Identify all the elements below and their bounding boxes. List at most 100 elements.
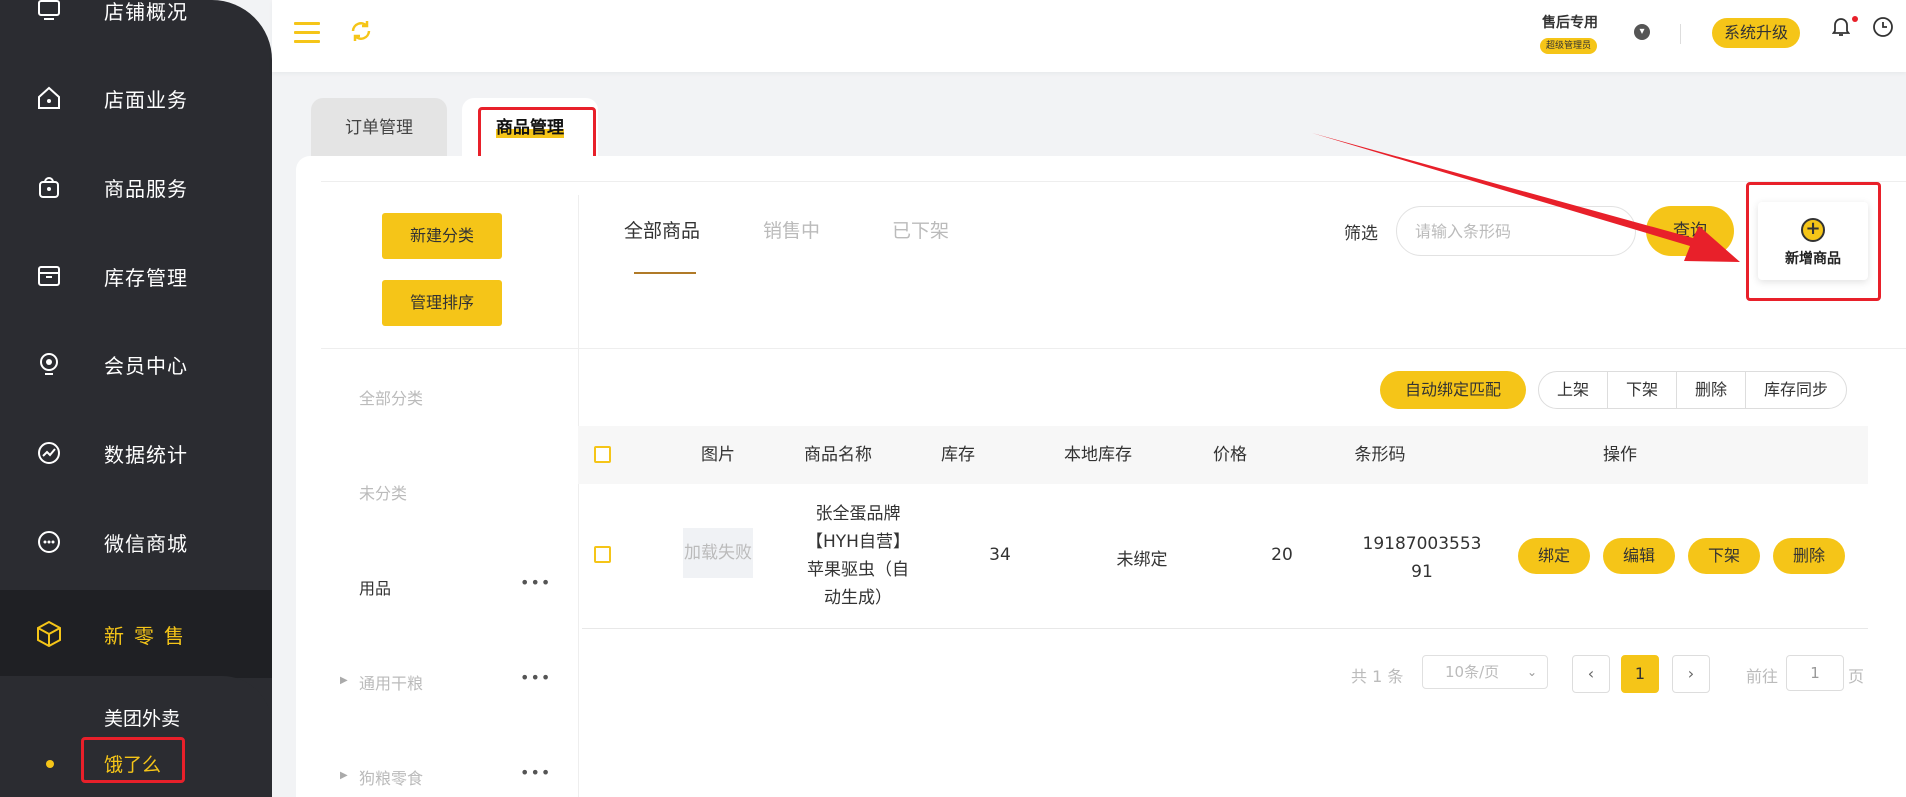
stock-sync-button[interactable]: 库存同步 [1745,372,1846,408]
sidebar-item-goods-service[interactable]: 商品服务 [0,147,272,227]
more-icon[interactable]: ••• [520,763,551,782]
barcode-search-input[interactable] [1396,206,1636,256]
sidebar-item-inventory[interactable]: 库存管理 [0,236,272,316]
more-icon[interactable]: ••• [520,573,551,592]
add-goods-label: 新增商品 [1785,251,1841,267]
user-role-badge: 超级管理员 [1540,38,1598,54]
sidebar-item-wechat-mall[interactable]: 微信商城 [0,502,272,582]
delete-button[interactable]: 删除 [1676,372,1745,408]
product-name[interactable]: 张全蛋品牌 【HYH自营】 苹果驱虫（自 动生成） [778,500,938,612]
column-header: 操作 [1603,445,1637,465]
caret-right-icon[interactable]: ▶ [340,675,348,686]
column-header: 价格 [1213,445,1247,465]
plus-circle-icon: + [1801,218,1825,242]
unshelve-row-button[interactable]: 下架 [1688,538,1760,574]
category-uncategorized[interactable]: 未分类 [359,480,407,504]
column-header: 商品名称 [804,445,872,465]
page-size-value: 10条/页 [1445,663,1500,681]
sidebar-item-label: 新零售 [104,623,194,648]
submenu-item-eleme[interactable]: 饿了么 [104,750,161,777]
tab-goods-management[interactable]: 商品管理 [462,98,598,158]
header-divider [1680,24,1681,44]
filter-label: 筛选 [1344,224,1378,244]
category-dog-snacks[interactable]: 狗粮零食 [359,765,423,789]
query-button[interactable]: 查询 [1646,206,1734,256]
clock-icon[interactable] [1872,16,1894,43]
wechat-icon [34,527,64,557]
product-name-line: 【HYH自营】 [806,532,910,552]
system-upgrade-button[interactable]: 系统升级 [1712,18,1800,48]
sidebar-item-label: 店铺概况 [104,0,188,24]
manage-sort-button[interactable]: 管理排序 [382,280,502,326]
submenu-panel: 美团外卖 饿了么 [0,676,272,797]
prev-page-button[interactable]: ‹ [1572,655,1610,693]
sidebar-item-label: 数据统计 [104,442,188,467]
cube-icon [34,619,64,649]
tab-order-management[interactable]: 订单管理 [311,98,447,158]
edit-button[interactable]: 编辑 [1603,538,1675,574]
page-size-select[interactable]: 10条/页 ⌄ [1422,655,1548,689]
menu-icon[interactable] [294,22,320,44]
delete-row-button[interactable]: 删除 [1773,538,1845,574]
sidebar-item-member[interactable]: 会员中心 [0,324,272,404]
chart-icon [34,438,64,468]
chevron-down-icon[interactable]: ▾ [1634,24,1650,40]
pagination-total: 共 1 条 [1351,667,1404,686]
sidebar-item-label: 店面业务 [104,87,188,112]
divider [578,195,579,797]
box-icon [34,261,64,291]
category-general-dry-food[interactable]: 通用干粮 [359,670,423,694]
current-page[interactable]: 1 [1621,655,1659,693]
barcode-value: 19187003553 91 [1352,530,1492,586]
submenu-item-meituan[interactable]: 美团外卖 [104,704,180,731]
tab-off-shelf[interactable]: 已下架 [892,216,949,243]
add-goods-button[interactable]: + 新增商品 [1758,202,1868,280]
refresh-icon[interactable] [348,18,374,51]
page-unit-label: 页 [1848,667,1865,686]
local-stock-value: 未绑定 [1116,550,1168,570]
shelve-button[interactable]: 上架 [1539,372,1607,408]
divider [321,348,1906,349]
sidebar-item-label: 微信商城 [104,531,188,556]
stock-value: 34 [989,545,1011,565]
new-category-button[interactable]: 新建分类 [382,213,502,259]
active-dot [46,760,54,768]
category-all[interactable]: 全部分类 [359,385,423,409]
bind-button[interactable]: 绑定 [1518,538,1590,574]
tab-all-goods[interactable]: 全部商品 [624,216,700,243]
goto-page-input[interactable]: 1 [1786,655,1844,691]
sidebar-item-overview[interactable]: 店铺概况 [0,0,272,50]
goto-label: 前往 [1746,667,1779,686]
sidebar-item-store-business[interactable]: 店面业务 [0,58,272,138]
unshelve-button[interactable]: 下架 [1607,372,1676,408]
sidebar-item-new-retail[interactable]: 新零售 [0,590,272,678]
barcode-line: 91 [1411,562,1433,582]
category-supplies[interactable]: 用品 [359,575,391,599]
notification-dot [1852,16,1858,22]
chevron-down-icon: ⌄ [1526,665,1537,679]
product-image-placeholder: 加载失败 [683,528,753,578]
product-name-line: 动生成） [824,588,892,608]
tab-on-sale[interactable]: 销售中 [763,216,820,243]
divider [321,181,1906,182]
active-tab-underline [634,272,696,274]
product-name-line: 张全蛋品牌 [815,504,901,524]
select-all-checkbox[interactable] [594,446,611,463]
top-header: 售后专用 超级管理员 ▾ 系统升级 [272,0,1906,72]
next-page-button[interactable]: › [1672,655,1710,693]
tab-label: 商品管理 [496,118,564,138]
auto-bind-match-button[interactable]: 自动绑定匹配 [1380,371,1526,409]
bell-icon[interactable] [1831,16,1851,41]
column-header: 图片 [701,445,735,465]
product-name-line: 苹果驱虫（自 [807,560,909,580]
bulk-action-group: 上架 下架 删除 库存同步 [1538,371,1848,409]
monitor-icon [34,0,64,25]
more-icon[interactable]: ••• [520,668,551,687]
column-header: 库存 [941,445,975,465]
caret-right-icon[interactable]: ▶ [340,770,348,781]
divider [582,628,1868,629]
sidebar-item-label: 会员中心 [104,353,188,378]
sidebar-item-statistics[interactable]: 数据统计 [0,413,272,493]
column-header: 条形码 [1354,445,1406,465]
row-checkbox[interactable] [594,546,611,563]
